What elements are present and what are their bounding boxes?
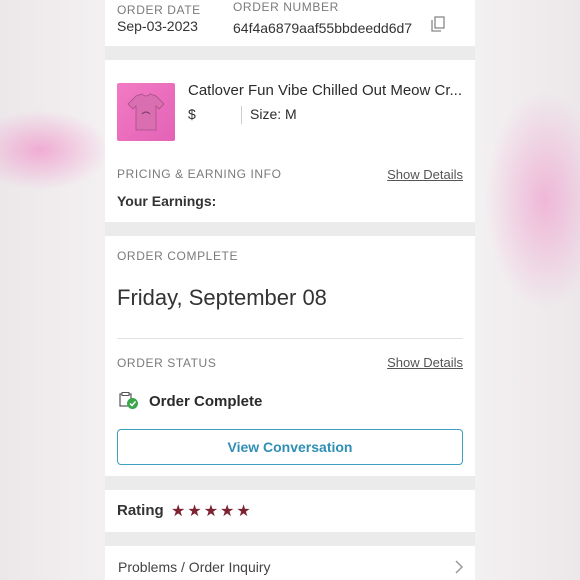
star-icon: ★ (203, 503, 219, 520)
item-divider (241, 106, 242, 124)
item-title[interactable]: Catlover Fun Vibe Chilled Out Meow Cr... (188, 82, 462, 99)
rating-card: Rating ★ ★ ★ ★ ★ (105, 490, 475, 532)
star-icon: ★ (220, 503, 235, 520)
star-icon: ★ (171, 503, 186, 520)
order-number-value: 64f4a6879aaf55bbdeedd6d7 (233, 20, 413, 36)
earnings-label: Your Earnings: (117, 193, 217, 209)
copy-icon[interactable] (431, 16, 445, 32)
view-conversation-button[interactable]: View Conversation (117, 429, 463, 465)
status-show-details-link[interactable]: Show Details (387, 355, 463, 370)
item-card: Catlover Fun Vibe Chilled Out Meow Cr...… (105, 60, 475, 222)
order-complete-check-icon (119, 392, 139, 410)
star-icon: ★ (187, 503, 202, 520)
order-status-value: Order Complete (149, 393, 263, 410)
tshirt-icon (127, 93, 165, 131)
rating-stars: ★ ★ ★ ★ ★ (171, 501, 253, 521)
star-icon: ★ (236, 503, 251, 520)
item-thumbnail[interactable] (117, 83, 175, 141)
problems-row[interactable]: Problems / Order Inquiry (105, 546, 475, 580)
order-complete-date: Friday, September 08 (117, 285, 327, 310)
pricing-show-details-link[interactable]: Show Details (387, 167, 463, 182)
order-number-label: ORDER NUMBER (233, 0, 339, 14)
section-divider (117, 338, 463, 339)
order-status-label: ORDER STATUS (117, 356, 217, 370)
problems-label: Problems / Order Inquiry (118, 559, 271, 575)
order-date-label: ORDER DATE (117, 3, 201, 17)
item-size: Size: M (250, 106, 297, 122)
chevron-right-icon (455, 560, 464, 579)
order-details-screen: ORDER DATE Sep-03-2023 ORDER NUMBER 64f4… (105, 0, 475, 580)
item-price: $ (188, 106, 196, 122)
order-complete-label: ORDER COMPLETE (117, 249, 239, 263)
order-info-card: ORDER DATE Sep-03-2023 ORDER NUMBER 64f4… (105, 0, 475, 46)
order-date-value: Sep-03-2023 (117, 18, 198, 34)
rating-label: Rating (117, 502, 164, 519)
pricing-label: PRICING & EARNING INFO (117, 167, 282, 181)
